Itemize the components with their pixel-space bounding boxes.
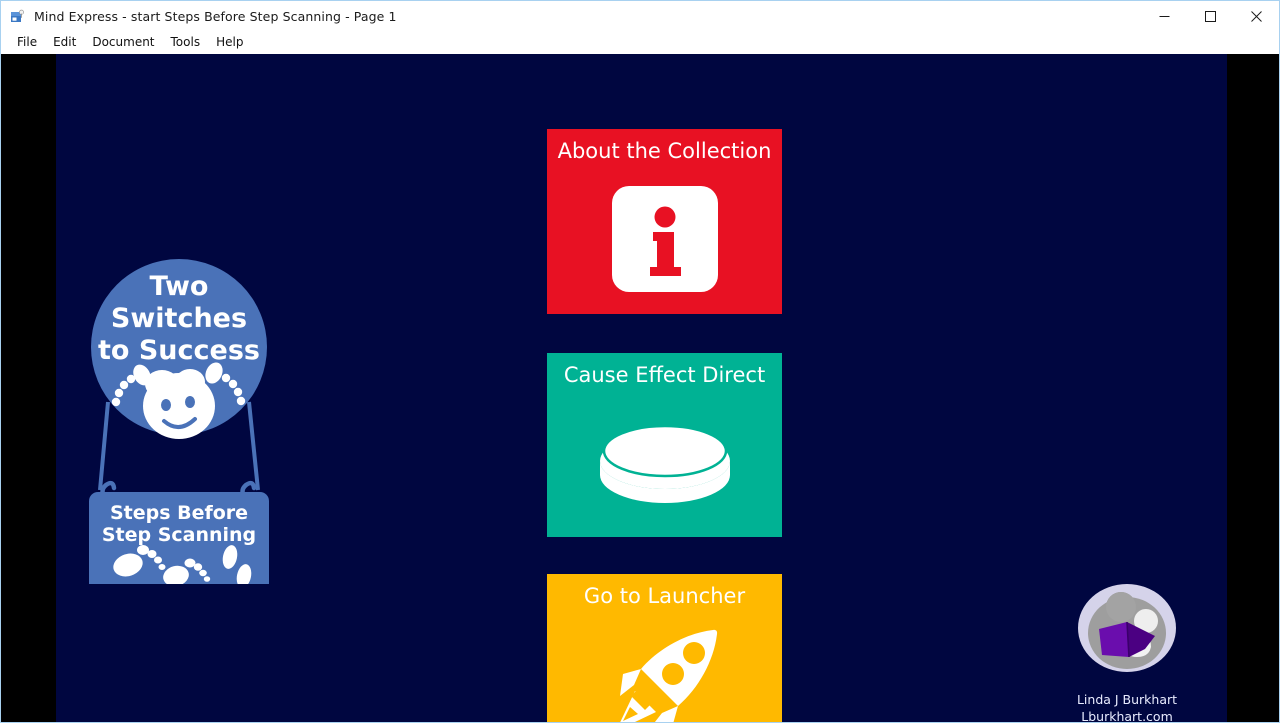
menu-item-edit[interactable]: Edit (45, 33, 84, 52)
close-button[interactable] (1233, 1, 1279, 32)
menu-item-help[interactable]: Help (208, 33, 251, 52)
application-window: Mind Express - start Steps Before Step S… (0, 0, 1280, 723)
svg-text:Step Scanning: Step Scanning (102, 524, 256, 546)
information-icon (547, 163, 782, 314)
page-surface: Two Switches to Success Steps Before Ste… (56, 54, 1227, 722)
document-canvas: Two Switches to Success Steps Before Ste… (1, 54, 1279, 722)
author-name: Linda J Burkhart (1076, 692, 1178, 707)
cell-launcher-label: Go to Launcher (583, 584, 746, 608)
minimize-button[interactable] (1141, 1, 1187, 32)
menu-item-tools[interactable]: Tools (163, 33, 209, 52)
svg-text:to Success: to Success (98, 335, 260, 366)
menu-item-file[interactable]: File (9, 33, 45, 52)
svg-text:Two: Two (150, 271, 209, 302)
author-website: Lburkhart.com (1081, 709, 1173, 722)
cell-about-label: About the Collection (557, 139, 772, 163)
cell-go-to-launcher[interactable]: Go to Launcher (547, 574, 782, 722)
rocket-icon (547, 608, 782, 722)
author-credits: Linda J Burkhart Lburkhart.com Scripting… (1052, 691, 1202, 722)
svg-text:Switches: Switches (111, 303, 247, 334)
menu-item-document[interactable]: Document (84, 33, 162, 52)
maximize-button[interactable] (1187, 1, 1233, 32)
cell-cause-effect-direct[interactable]: Cause Effect Direct (547, 353, 782, 537)
window-title: Mind Express - start Steps Before Step S… (34, 9, 397, 24)
switch-button-icon (547, 387, 782, 537)
menu-bar: File Edit Document Tools Help (1, 32, 1279, 54)
cell-about-the-collection[interactable]: About the Collection (547, 129, 782, 314)
mind-express-document-icon (10, 9, 26, 25)
reading-together-logo (1077, 583, 1177, 673)
window-controls (1141, 1, 1279, 32)
svg-text:Steps Before: Steps Before (110, 502, 248, 524)
cell-cause-label: Cause Effect Direct (563, 363, 766, 387)
title-bar: Mind Express - start Steps Before Step S… (1, 1, 1279, 32)
two-switches-to-success-logo: Two Switches to Success Steps Before Ste… (86, 254, 296, 592)
